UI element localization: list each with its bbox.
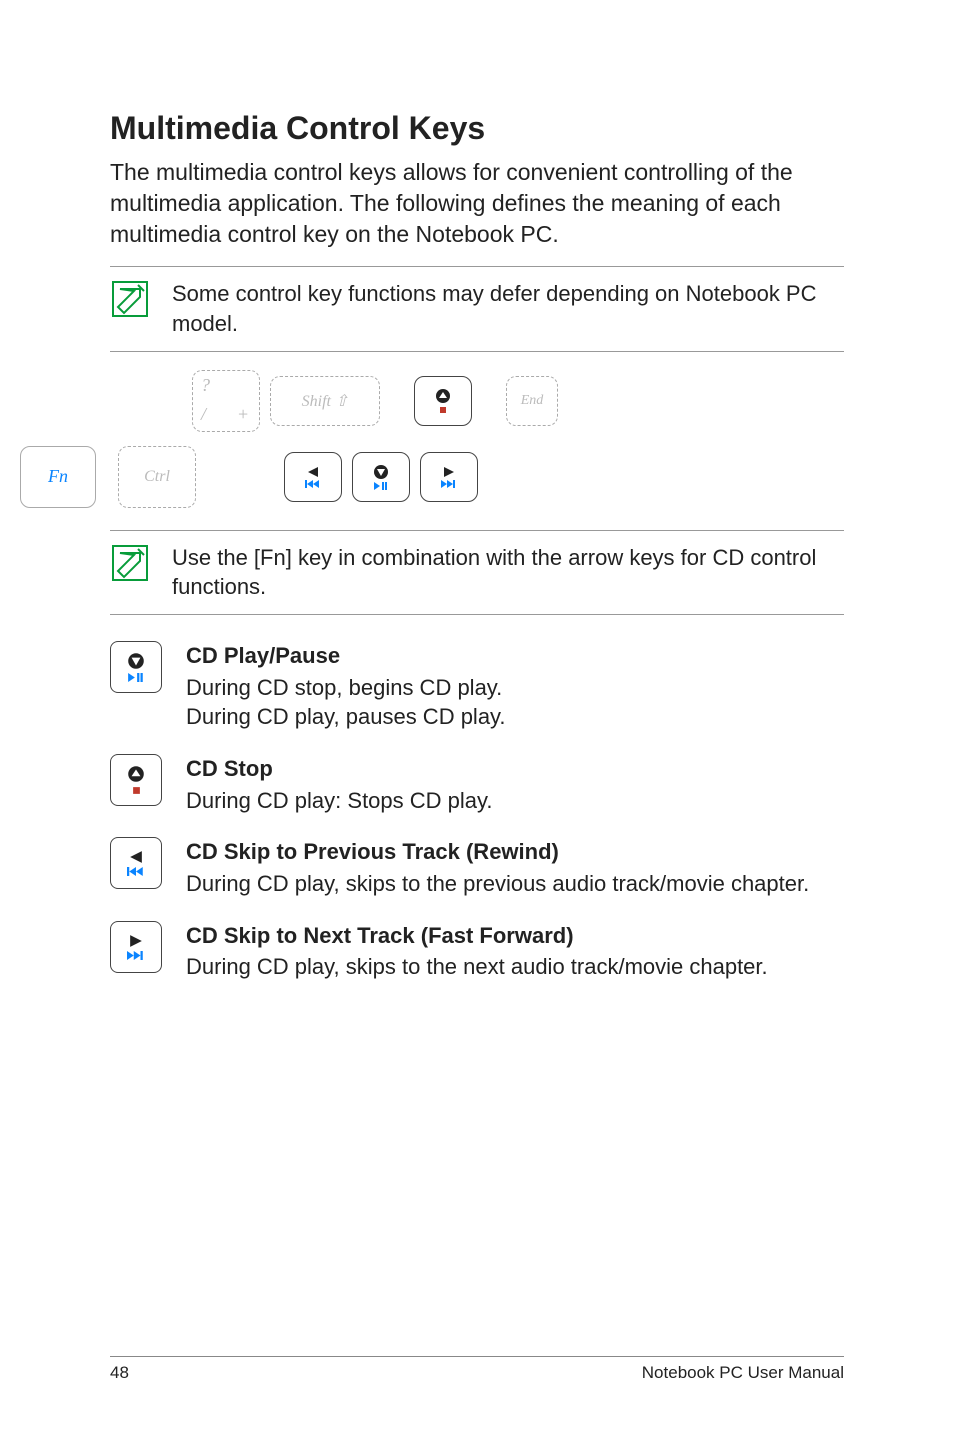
key-ghost-end: End	[506, 376, 558, 426]
key-arrow-left	[284, 452, 342, 502]
note-model-text: Some control key functions may defer dep…	[172, 279, 844, 338]
ghost-ctrl-label: Ctrl	[144, 468, 170, 486]
skip-forward-icon	[441, 480, 457, 488]
note-model: Some control key functions may defer dep…	[110, 266, 844, 351]
key-diagram: ? / + Shift ⇧ End Fn Ctrl	[20, 370, 844, 508]
page-number: 48	[110, 1363, 129, 1383]
note-icon	[110, 543, 150, 583]
func-prev: CD Skip to Previous Track (Rewind) Durin…	[110, 837, 844, 898]
triangle-right-icon	[127, 934, 145, 948]
note-icon	[110, 279, 150, 319]
func-key-prev	[110, 837, 162, 889]
ghost-plus: +	[237, 404, 249, 425]
key-ghost-slash: ? / +	[192, 370, 260, 432]
intro-text: The multimedia control keys allows for c…	[110, 157, 844, 250]
func-key-stop	[110, 754, 162, 806]
note-fn-text: Use the [Fn] key in combination with the…	[172, 543, 844, 602]
func-play-line2: During CD play, pauses CD play.	[186, 702, 506, 732]
stop-square-icon	[132, 786, 141, 795]
triangle-up-icon	[126, 765, 146, 783]
play-pause-icon	[128, 673, 144, 682]
note-fn: Use the [Fn] key in combination with the…	[110, 530, 844, 615]
func-next-title: CD Skip to Next Track (Fast Forward)	[186, 921, 768, 951]
func-next-line1: During CD play, skips to the next audio …	[186, 952, 768, 982]
ghost-slash-q: ?	[201, 375, 210, 396]
func-play-title: CD Play/Pause	[186, 641, 506, 671]
key-arrow-right	[420, 452, 478, 502]
skip-forward-icon	[127, 951, 145, 960]
stop-square-icon	[439, 406, 447, 414]
key-ghost-shift: Shift ⇧	[270, 376, 380, 426]
func-key-next	[110, 921, 162, 973]
func-prev-title: CD Skip to Previous Track (Rewind)	[186, 837, 809, 867]
page-title: Multimedia Control Keys	[110, 110, 844, 147]
triangle-up-icon	[434, 388, 452, 404]
func-prev-line1: During CD play, skips to the previous au…	[186, 869, 809, 899]
skip-back-icon	[305, 480, 321, 488]
ghost-end-label: End	[521, 393, 544, 409]
func-play: CD Play/Pause During CD stop, begins CD …	[110, 641, 844, 732]
key-arrow-down	[352, 452, 410, 502]
book-title: Notebook PC User Manual	[642, 1363, 844, 1383]
key-fn: Fn	[20, 446, 96, 508]
triangle-left-icon	[306, 466, 320, 478]
func-stop-line1: During CD play: Stops CD play.	[186, 786, 493, 816]
skip-back-icon	[127, 867, 145, 876]
key-arrow-up	[414, 376, 472, 426]
play-pause-icon	[374, 482, 388, 490]
func-key-play	[110, 641, 162, 693]
func-stop-title: CD Stop	[186, 754, 493, 784]
triangle-down-icon	[126, 652, 146, 670]
func-stop: CD Stop During CD play: Stops CD play.	[110, 754, 844, 815]
fn-label: Fn	[48, 466, 68, 487]
func-play-line1: During CD stop, begins CD play.	[186, 673, 506, 703]
ghost-shift-label: Shift ⇧	[302, 391, 349, 411]
func-next: CD Skip to Next Track (Fast Forward) Dur…	[110, 921, 844, 982]
triangle-right-icon	[442, 466, 456, 478]
triangle-down-icon	[372, 464, 390, 480]
ghost-slash: /	[201, 404, 206, 425]
key-ghost-ctrl: Ctrl	[118, 446, 196, 508]
triangle-left-icon	[127, 850, 145, 864]
